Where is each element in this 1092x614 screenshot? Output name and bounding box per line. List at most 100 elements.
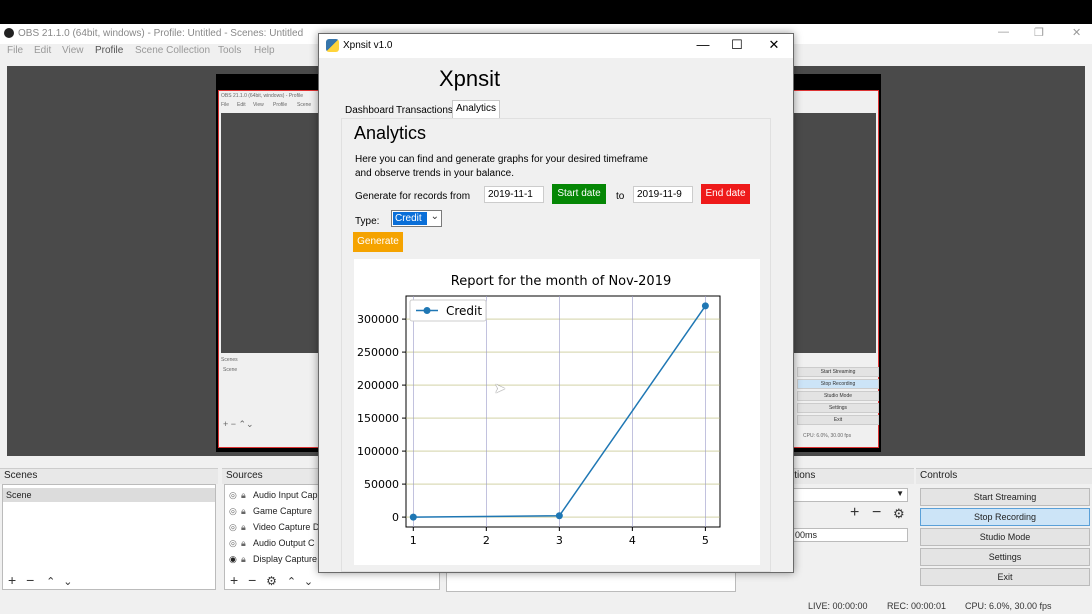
nested-menu-edit: Edit [237,102,246,108]
transition-select[interactable]: ▼ [792,488,908,502]
scenes-dock-controls: + − ⌃ ⌄ [8,572,72,590]
data-point [555,512,563,520]
minimize-button[interactable]: — [693,37,713,52]
source-item[interactable]: ◎ 🔒︎ Video Capture D [229,519,319,535]
start-date-button[interactable]: Start date [552,184,606,204]
source-item[interactable]: ◎ 🔒︎ Audio Input Cap [229,487,318,503]
page-title: Analytics [354,123,427,143]
nested-stop-recording: Stop Recording [797,379,879,389]
start-date-input[interactable] [484,186,544,203]
data-point [409,513,417,521]
generate-button[interactable]: Generate [353,232,403,252]
plot-area [405,295,721,528]
lock-icon[interactable]: 🔒︎ [241,535,253,551]
x-axis: 1 2 3 4 5 [410,527,709,547]
type-select[interactable]: Credit ⌄ [391,210,442,227]
nested-scene-item: Scene [223,367,238,373]
settings-button[interactable]: Settings [920,548,1090,566]
start-streaming-button[interactable]: Start Streaming [920,488,1090,506]
eye-icon[interactable]: ◉ [229,551,241,567]
x-tick-label: 3 [556,534,563,547]
obs-window-title: OBS 21.1.0 (64bit, windows) - Profile: U… [18,28,304,39]
analytics-panel: Analytics Here you can find and generate… [341,118,771,572]
chevron-down-icon: ▼ [896,489,904,498]
y-tick-label: 250000 [357,346,399,359]
nested-settings: Settings [797,403,879,413]
live-status: LIVE: 00:00:00 [808,601,868,611]
gear-icon[interactable]: ⚙ [893,506,905,522]
description-line-1: Here you can find and generate graphs fo… [355,154,648,165]
move-up-icon[interactable]: ⌃ [46,576,55,588]
y-tick-label: 150000 [357,412,399,425]
move-down-icon[interactable]: ⌄ [63,576,72,588]
exit-button[interactable]: Exit [920,568,1090,586]
lock-icon[interactable]: 🔒︎ [241,503,253,519]
tab-dashboard[interactable]: Dashboard [341,102,398,119]
menu-profile[interactable]: Profile [95,45,123,56]
nested-menu-profile: Profile [273,102,288,108]
type-label: Type: [355,216,380,227]
tab-transactions[interactable]: Transactions [392,102,457,119]
remove-scene-icon[interactable]: − [26,572,34,588]
add-transition-icon[interactable]: + [850,504,859,522]
to-label: to [616,191,625,202]
source-item[interactable]: ◎ 🔒︎ Audio Output C [229,535,315,551]
source-item[interactable]: ◎ 🔒︎ Game Capture [229,503,312,519]
y-tick-label: 0 [392,511,399,524]
menu-view[interactable]: View [62,45,84,56]
move-down-icon[interactable]: ⌄ [304,576,313,588]
end-date-button[interactable]: End date [701,184,750,204]
rec-status: REC: 00:00:01 [887,601,947,611]
menu-edit[interactable]: Edit [34,45,51,56]
eye-icon[interactable]: ◎ [229,503,241,519]
x-tick-label: 4 [629,534,636,547]
scene-item[interactable]: Scene [3,488,215,502]
tab-analytics[interactable]: Analytics [452,100,501,118]
close-button[interactable]: ✕ [764,37,784,53]
credit-line-chart: Report for the month of Nov-2019 0 50000 1… [357,274,721,547]
nested-start-streaming: Start Streaming [797,367,879,377]
nested-title: OBS 21.1.0 (64bit, windows) - Profile [221,93,303,99]
remove-source-icon[interactable]: − [248,572,256,588]
x-tick-label: 1 [410,534,417,547]
lock-icon[interactable]: 🔒︎ [241,487,253,503]
xpnsit-title-bar[interactable]: Xpnsit v1.0 — ☐ ✕ [319,34,793,58]
menu-help[interactable]: Help [254,45,275,56]
stop-recording-button[interactable]: Stop Recording [920,508,1090,526]
y-tick-label: 50000 [364,478,399,491]
chart-area: Report for the month of Nov-2019 0 50000 1… [354,259,760,565]
eye-icon[interactable]: ◎ [229,535,241,551]
studio-mode-button[interactable]: Studio Mode [920,528,1090,546]
obs-restore-button[interactable]: ❐ [1034,26,1044,39]
nested-studio-mode: Studio Mode [797,391,879,401]
y-tick-label: 100000 [357,445,399,458]
lock-icon[interactable]: 🔒︎ [241,519,253,535]
source-item[interactable]: ◉ 🔒︎ Display Capture [229,551,317,567]
chart-title: Report for the month of Nov-2019 [451,274,672,289]
xpnsit-window-title: Xpnsit v1.0 [343,40,393,51]
eye-icon[interactable]: ◎ [229,487,241,503]
transition-duration-input[interactable]: 00ms [792,528,908,542]
controls-dock-title: Controls [916,468,1092,484]
nested-scene-controls: + − ⌃⌄ [223,419,254,429]
add-scene-icon[interactable]: + [8,572,16,588]
eye-icon[interactable]: ◎ [229,519,241,535]
description-line-2: and observe trends in your balance. [355,168,514,179]
gear-icon[interactable]: ⚙ [266,574,277,588]
nested-status: CPU: 6.0%, 30.00 fps [803,433,852,439]
python-icon [326,39,339,52]
lock-icon[interactable]: 🔒︎ [241,551,253,567]
end-date-input[interactable] [633,186,693,203]
add-source-icon[interactable]: + [230,572,238,588]
menu-file[interactable]: File [7,45,23,56]
generate-range-label: Generate for records from [355,191,471,202]
obs-close-button[interactable]: ✕ [1072,26,1081,39]
move-up-icon[interactable]: ⌃ [287,576,296,588]
menu-tools[interactable]: Tools [218,45,241,56]
nested-scenes-label: Scenes [221,357,238,363]
maximize-button[interactable]: ☐ [727,37,747,53]
app-title: Xpnsit [439,66,501,91]
obs-minimize-button[interactable]: — [998,26,1009,38]
menu-scene-collection[interactable]: Scene Collection [135,45,210,56]
remove-transition-icon[interactable]: − [872,504,881,522]
